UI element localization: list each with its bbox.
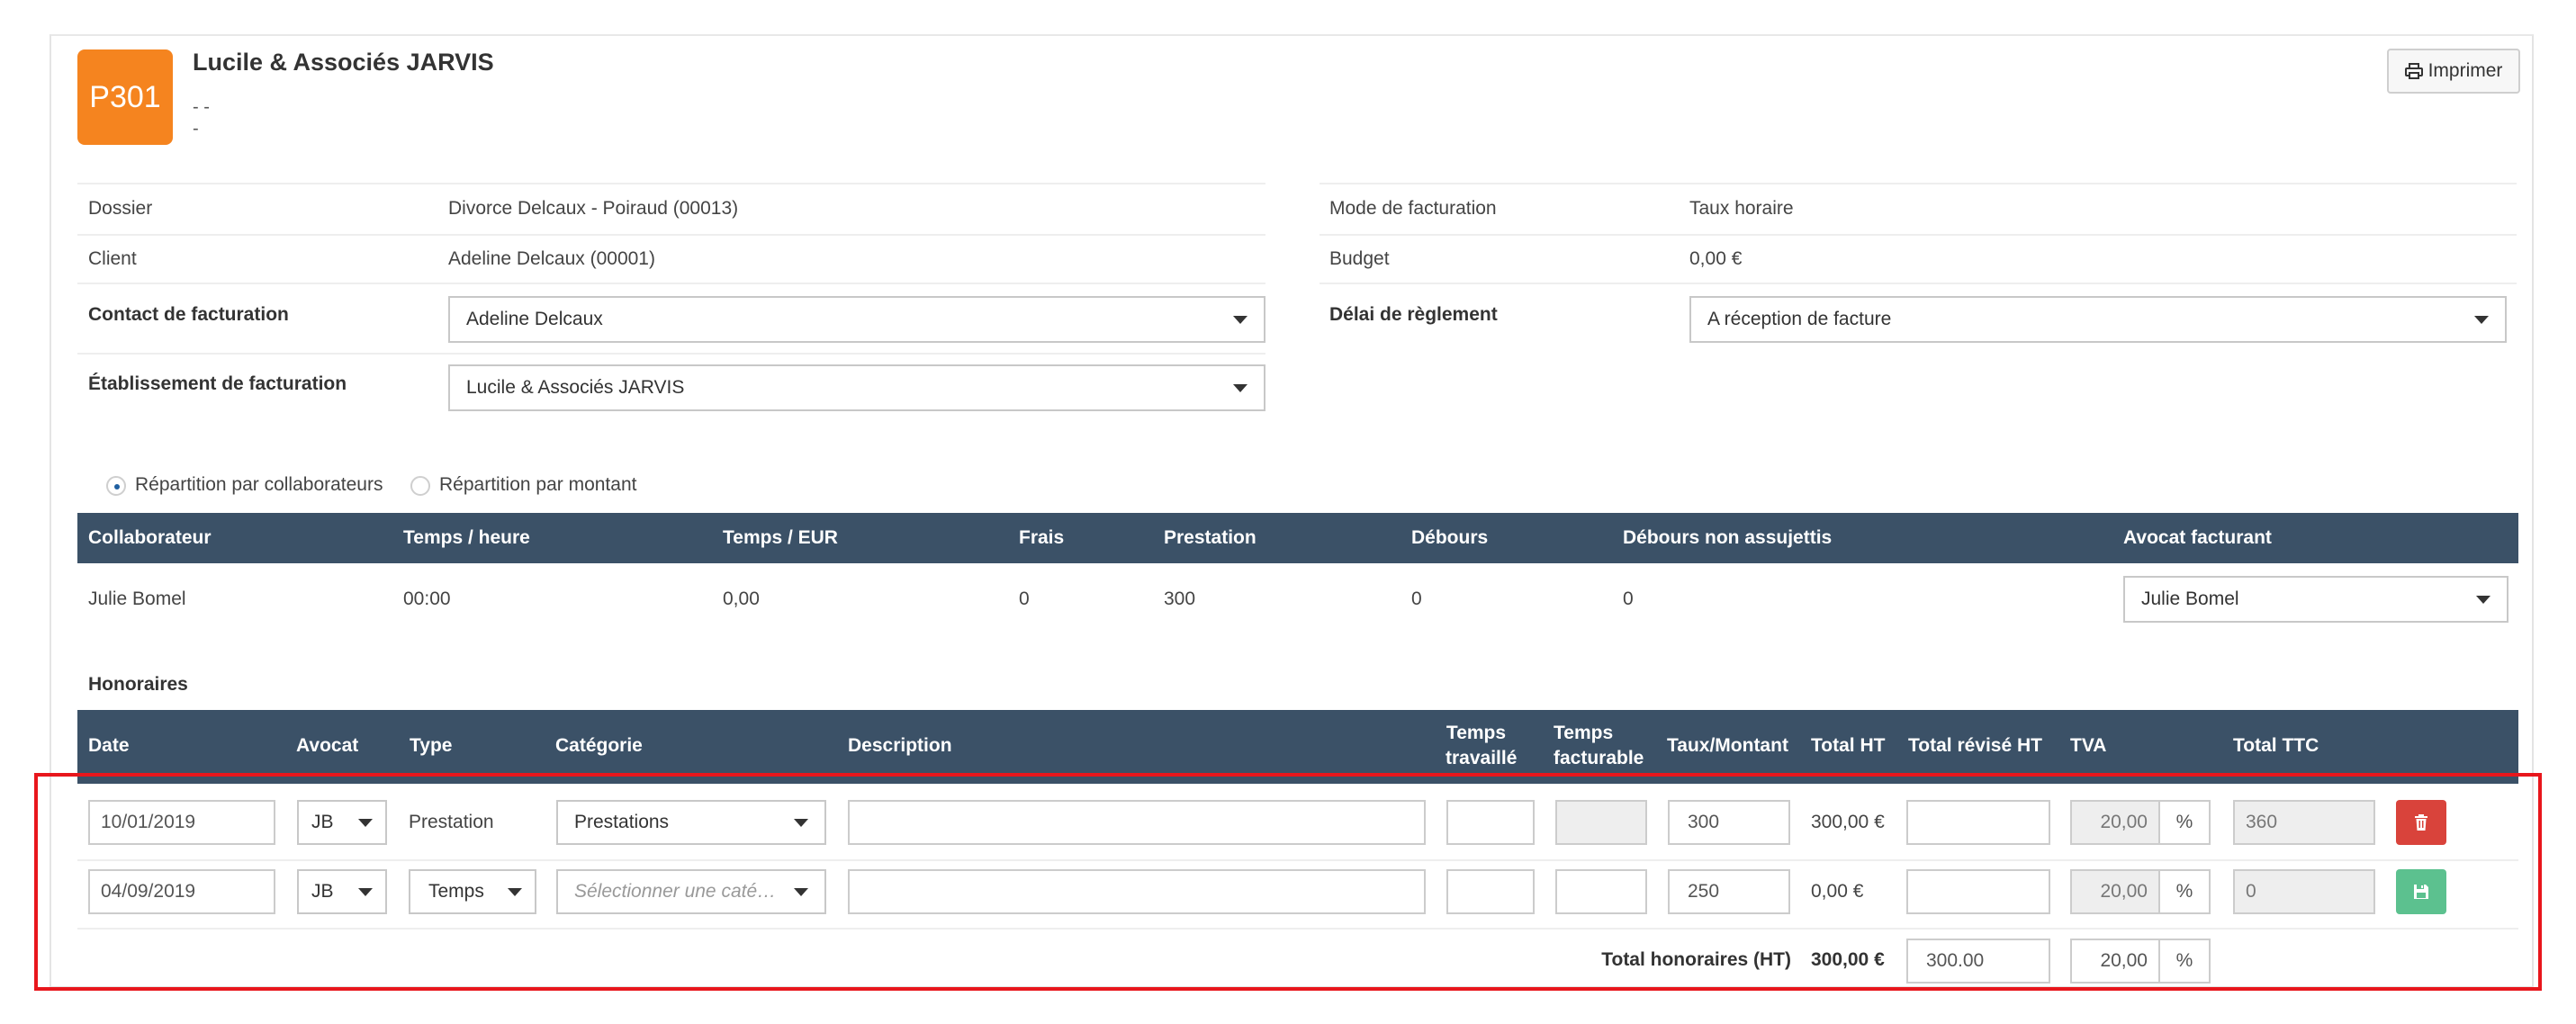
col-total-revise: Total révisé HT bbox=[1908, 735, 2042, 756]
etab-value: Lucile & Associés JARVIS bbox=[466, 377, 685, 398]
radio-label-montant: Répartition par montant bbox=[439, 474, 637, 495]
honoraires-title: Honoraires bbox=[88, 674, 188, 695]
mode-value: Taux horaire bbox=[1689, 198, 1794, 219]
col-debours-na: Débours non assujettis bbox=[1623, 527, 1833, 548]
chevron-down-icon bbox=[2476, 596, 2490, 604]
dossier-label: Dossier bbox=[88, 198, 153, 219]
radio-repartition-collaborateurs[interactable] bbox=[106, 476, 126, 496]
collab-debours-na: 0 bbox=[1623, 588, 1634, 609]
address-line-1: - - bbox=[193, 97, 210, 117]
highlight-box bbox=[34, 773, 2542, 991]
collab-temps-eur: 0,00 bbox=[723, 588, 760, 609]
contact-label: Contact de facturation bbox=[88, 304, 289, 325]
col-temps-travaille: Temps travaillé bbox=[1446, 721, 1517, 771]
client-value: Adeline Delcaux (00001) bbox=[448, 248, 655, 269]
divider bbox=[1320, 183, 2517, 184]
etab-label: Établissement de facturation bbox=[88, 373, 347, 394]
col-description: Description bbox=[848, 735, 952, 756]
chevron-down-icon bbox=[2474, 316, 2489, 324]
collab-temps-heure: 00:00 bbox=[403, 588, 451, 609]
col-temps-travaille-line2: travaillé bbox=[1446, 748, 1518, 768]
col-temps-facturable-line1: Temps bbox=[1554, 723, 1614, 743]
col-avocat: Avocat bbox=[296, 735, 359, 756]
col-categorie: Catégorie bbox=[555, 735, 643, 756]
col-temps-facturable: Temps facturable bbox=[1554, 721, 1644, 771]
address-line-2: - bbox=[193, 119, 199, 139]
radio-repartition-montant[interactable] bbox=[410, 476, 430, 496]
radio-label-collaborateurs: Répartition par collaborateurs bbox=[135, 474, 383, 495]
delai-value: A réception de facture bbox=[1707, 309, 1892, 329]
col-total-ttc: Total TTC bbox=[2233, 735, 2319, 756]
mode-label: Mode de facturation bbox=[1329, 198, 1497, 219]
etab-select[interactable]: Lucile & Associés JARVIS bbox=[448, 364, 1265, 411]
delai-select[interactable]: A réception de facture bbox=[1689, 296, 2507, 343]
col-tva: TVA bbox=[2070, 735, 2107, 756]
collab-table-header: Collaborateur Temps / heure Temps / EUR … bbox=[77, 513, 2518, 563]
divider bbox=[1320, 283, 2517, 284]
print-button[interactable]: Imprimer bbox=[2387, 49, 2520, 94]
budget-value: 0,00 € bbox=[1689, 248, 1743, 269]
chevron-down-icon bbox=[1233, 384, 1247, 392]
print-label: Imprimer bbox=[2427, 60, 2503, 81]
divider bbox=[1320, 234, 2517, 236]
chevron-down-icon bbox=[1233, 316, 1247, 324]
collab-name: Julie Bomel bbox=[88, 588, 186, 609]
collab-prestation: 300 bbox=[1164, 588, 1196, 609]
dossier-value: Divorce Delcaux - Poiraud (00013) bbox=[448, 198, 739, 219]
avocat-facturant-select[interactable]: Julie Bomel bbox=[2123, 576, 2508, 623]
contact-value: Adeline Delcaux bbox=[466, 309, 603, 329]
col-date: Date bbox=[88, 735, 130, 756]
divider bbox=[77, 353, 1265, 355]
col-taux: Taux/Montant bbox=[1667, 735, 1788, 756]
col-frais: Frais bbox=[1019, 527, 1065, 548]
col-type: Type bbox=[410, 735, 453, 756]
col-temps-travaille-line1: Temps bbox=[1446, 723, 1507, 743]
contact-select[interactable]: Adeline Delcaux bbox=[448, 296, 1265, 343]
printer-icon bbox=[2404, 63, 2423, 79]
col-debours: Débours bbox=[1411, 527, 1489, 548]
col-temps-eur: Temps / EUR bbox=[723, 527, 838, 548]
col-avocat-facturant: Avocat facturant bbox=[2123, 527, 2272, 548]
page-title: Lucile & Associés JARVIS bbox=[193, 49, 494, 76]
divider bbox=[77, 234, 1265, 236]
col-prestation: Prestation bbox=[1164, 527, 1256, 548]
client-avatar: P301 bbox=[77, 49, 173, 145]
col-temps-facturable-line2: facturable bbox=[1554, 748, 1644, 768]
col-collaborateur: Collaborateur bbox=[88, 527, 212, 548]
avocat-facturant-value: Julie Bomel bbox=[2141, 588, 2239, 609]
col-total-ht: Total HT bbox=[1811, 735, 1886, 756]
collab-debours: 0 bbox=[1411, 588, 1422, 609]
col-temps-heure: Temps / heure bbox=[403, 527, 530, 548]
client-label: Client bbox=[88, 248, 137, 269]
divider bbox=[77, 183, 1265, 184]
divider bbox=[77, 283, 1265, 284]
delai-label: Délai de règlement bbox=[1329, 304, 1498, 325]
budget-label: Budget bbox=[1329, 248, 1390, 269]
collab-frais: 0 bbox=[1019, 588, 1030, 609]
